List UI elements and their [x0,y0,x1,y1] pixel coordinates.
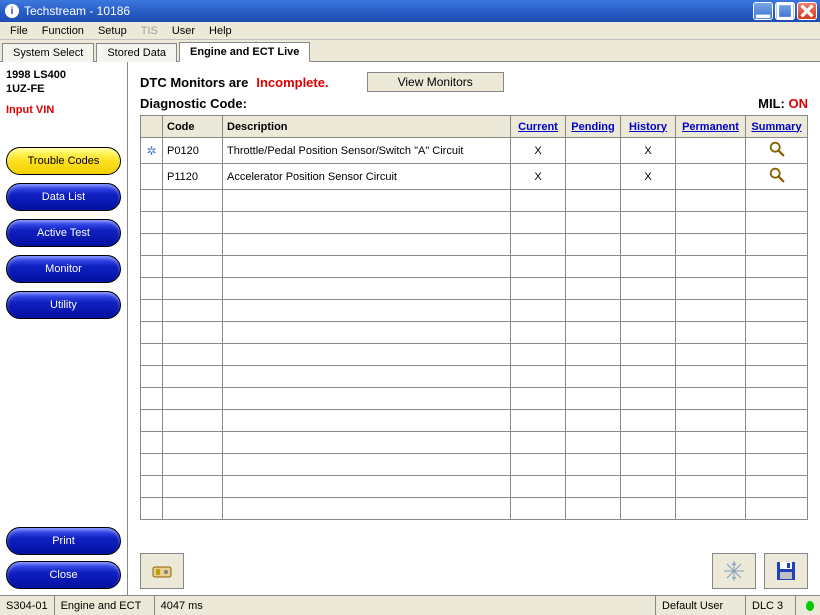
table-row-empty [141,322,808,344]
menu-setup[interactable]: Setup [91,25,134,37]
col-permanent[interactable]: Permanent [676,116,746,138]
table-row-empty [141,498,808,520]
status-dlc: DLC 3 [746,596,796,615]
table-row-empty [141,454,808,476]
mil-status: MIL: ON [758,96,808,111]
dtc-monitors-status: Incomplete. [256,75,328,90]
app-icon: i [5,4,19,18]
table-row[interactable]: P1120Accelerator Position Sensor Circuit… [141,164,808,190]
status-system: Engine and ECT [55,596,155,615]
cell-history: X [621,164,676,190]
nav-trouble-codes[interactable]: Trouble Codes [6,147,121,175]
dtc-monitors-label: DTC Monitors are [140,75,248,90]
nav-data-list[interactable]: Data List [6,183,121,211]
snowflake-icon-button[interactable] [712,553,756,589]
status-connection [796,596,820,615]
vehicle-engine: 1UZ-FE [6,82,121,96]
menu-help[interactable]: Help [202,25,239,37]
close-window-button[interactable] [797,2,817,20]
table-row-empty [141,366,808,388]
status-code: S304-01 [0,596,55,615]
tab-stored-data[interactable]: Stored Data [96,43,177,62]
mil-label: MIL: [758,96,785,111]
cell-pending [566,164,621,190]
table-row-empty [141,300,808,322]
main-panel: DTC Monitors are Incomplete. View Monito… [128,62,820,595]
menu-tis: TIS [134,25,165,37]
col-current[interactable]: Current [511,116,566,138]
tab-system-select[interactable]: System Select [2,43,94,62]
cell-history: X [621,138,676,164]
cell-summary[interactable] [746,164,808,190]
table-row-empty [141,410,808,432]
cell-code: P0120 [163,138,223,164]
cell-current: X [511,138,566,164]
ecu-icon-button[interactable] [140,553,184,589]
table-row-empty [141,234,808,256]
cell-code: P1120 [163,164,223,190]
gear-icon: ✲ [146,144,156,158]
tab-strip: System Select Stored Data Engine and ECT… [0,40,820,62]
window-title: Techstream - 10186 [24,4,130,18]
maximize-button[interactable] [775,2,795,20]
nav-active-test[interactable]: Active Test [6,219,121,247]
table-row-empty [141,212,808,234]
menu-function[interactable]: Function [35,25,91,37]
table-row-empty [141,388,808,410]
status-user: Default User [656,596,746,615]
nav-utility[interactable]: Utility [6,291,121,319]
connection-dot-icon [806,601,814,611]
cell-permanent [676,164,746,190]
print-button[interactable]: Print [6,527,121,555]
col-icon [141,116,163,138]
table-row-empty [141,476,808,498]
menu-user[interactable]: User [165,25,202,37]
mil-value: ON [789,96,809,111]
save-icon-button[interactable] [764,553,808,589]
view-monitors-button[interactable]: View Monitors [367,72,504,92]
col-description: Description [223,116,511,138]
table-row[interactable]: ✲ P0120Throttle/Pedal Position Sensor/Swi… [141,138,808,164]
col-history[interactable]: History [621,116,676,138]
table-row-empty [141,256,808,278]
diagnostic-code-label: Diagnostic Code: [140,96,247,111]
col-summary[interactable]: Summary [746,116,808,138]
titlebar: i Techstream - 10186 [0,0,820,22]
vehicle-info: 1998 LS400 1UZ-FE Input VIN [6,68,121,117]
menubar: File Function Setup TIS User Help [0,22,820,40]
input-vin-link[interactable]: Input VIN [6,103,121,117]
cell-desc: Throttle/Pedal Position Sensor/Switch "A… [223,138,511,164]
dtc-table: Code Description Current Pending History… [140,115,808,520]
magnifier-icon[interactable] [768,140,786,158]
magnifier-icon[interactable] [768,166,786,184]
table-row-empty [141,190,808,212]
cell-desc: Accelerator Position Sensor Circuit [223,164,511,190]
table-row-empty [141,432,808,454]
cell-pending [566,138,621,164]
cell-summary[interactable] [746,138,808,164]
cell-current: X [511,164,566,190]
sidebar: 1998 LS400 1UZ-FE Input VIN Trouble Code… [0,62,128,595]
table-row-empty [141,278,808,300]
nav-monitor[interactable]: Monitor [6,255,121,283]
menu-file[interactable]: File [3,25,35,37]
status-time: 4047 ms [155,596,656,615]
close-button[interactable]: Close [6,561,121,589]
tab-engine-ect-live[interactable]: Engine and ECT Live [179,42,310,62]
cell-permanent [676,138,746,164]
statusbar: S304-01 Engine and ECT 4047 ms Default U… [0,595,820,615]
table-row-empty [141,344,808,366]
col-code: Code [163,116,223,138]
col-pending[interactable]: Pending [566,116,621,138]
vehicle-model: 1998 LS400 [6,68,121,82]
minimize-button[interactable] [753,2,773,20]
